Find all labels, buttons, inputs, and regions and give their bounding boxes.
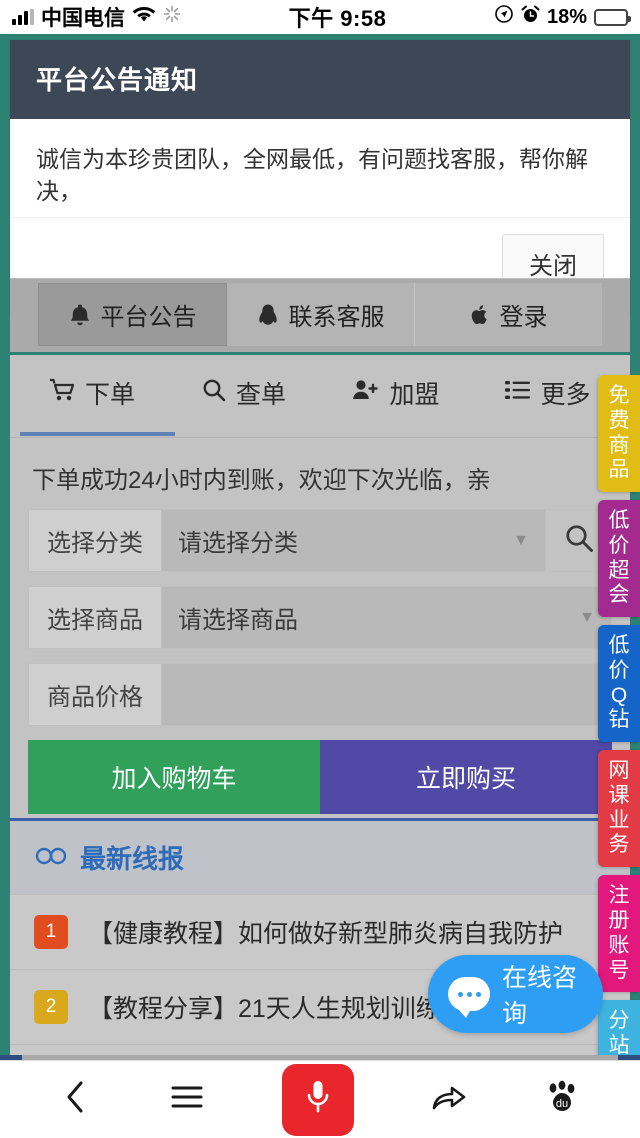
side-tab-cheap-qcoin[interactable]: 低价 Q钻 <box>598 625 640 743</box>
baidu-paw-icon: du <box>545 1080 579 1119</box>
side-tab-line1: 网课 <box>608 759 630 807</box>
field-product: 选择商品 请选择商品 ▼ <box>28 586 612 649</box>
tab-label: 下单 <box>84 381 135 409</box>
select-product-value: 请选择商品 <box>178 607 298 634</box>
clock-label: 下午 9:58 <box>288 6 387 31</box>
sync-icon <box>163 5 181 29</box>
tab-place-order[interactable]: 下单 <box>16 355 168 433</box>
status-bar-right: 18% <box>494 4 631 30</box>
add-to-cart-button[interactable]: 加入购物车 <box>28 740 320 814</box>
qq-penguin-icon <box>257 303 279 327</box>
field-label-product: 选择商品 <box>28 586 162 649</box>
phone-screen: 中国电信 下午 9:58 18% 平台公告通知 诚信为本珍贵团队，全网最低，有问… <box>0 0 640 1138</box>
topbar-button-login[interactable]: 登录 <box>415 283 602 346</box>
announcement-modal: 平台公告通知 诚信为本珍贵团队，全网最低，有问题找客服，帮你解决， 关闭 <box>10 40 630 316</box>
news-item-text: 【健康教程】如何做好新型肺炎病自我防护 <box>88 920 564 948</box>
search-icon <box>564 523 594 558</box>
rank-badge: 2 <box>34 990 68 1024</box>
battery-percent-label: 18% <box>546 5 587 28</box>
side-tab-line1: 低价 <box>608 634 630 682</box>
order-card: 下单 查单 加盟 更多 下单成功24小时内到账，欢迎下次光临，亲 选择分类 请选… <box>10 355 630 840</box>
tab-label: 更多 <box>540 381 591 409</box>
wifi-icon <box>132 5 156 29</box>
modal-body-text: 诚信为本珍贵团队，全网最低，有问题找客服，帮你解决， <box>10 119 630 219</box>
user-plus-icon <box>352 378 379 409</box>
side-tab-line1: 注册 <box>608 884 630 933</box>
tab-check-order[interactable]: 查单 <box>168 355 320 433</box>
order-form: 下单成功24小时内到账，欢迎下次光临，亲 选择分类 请选择分类 ▼ 选择商品 请… <box>10 438 630 840</box>
online-consult-label: 在线咨询 <box>502 964 578 1028</box>
voice-search-button[interactable] <box>281 1063 354 1136</box>
topbar-button-support[interactable]: 联系客服 <box>227 283 415 346</box>
baidu-home-button[interactable]: du <box>545 1080 579 1119</box>
select-category-value: 请选择分类 <box>178 530 298 557</box>
side-tab-line2: 商品 <box>608 433 630 482</box>
news-header: 最新线报 <box>10 821 630 894</box>
side-tab-free-products[interactable]: 免费 商品 <box>598 375 640 493</box>
field-label-category: 选择分类 <box>28 509 162 572</box>
chat-icon <box>448 977 490 1018</box>
price-input[interactable] <box>162 663 612 726</box>
chevron-down-icon: ▼ <box>579 608 595 626</box>
bell-icon <box>69 303 91 327</box>
side-tab-line2: 超会 <box>608 558 630 607</box>
field-category: 选择分类 请选择分类 ▼ <box>28 509 612 572</box>
apple-icon <box>470 303 490 327</box>
carrier-label: 中国电信 <box>41 7 125 30</box>
browser-bottom-bar: du <box>0 1060 640 1138</box>
order-tabs: 下单 查单 加盟 更多 <box>10 355 630 433</box>
side-tab-cheap-svip[interactable]: 低价 超会 <box>598 500 640 618</box>
select-product[interactable]: 请选择商品 ▼ <box>162 586 612 649</box>
side-tab-line1: 免费 <box>608 384 630 432</box>
tab-label: 加盟 <box>389 381 440 409</box>
list-icon <box>505 379 531 408</box>
signal-icon <box>12 9 34 25</box>
field-price: 商品价格 <box>28 663 612 726</box>
cart-icon <box>49 378 75 409</box>
back-button[interactable] <box>61 1079 91 1120</box>
side-tab-line2: 账号 <box>608 933 630 982</box>
topbar-label: 联系客服 <box>288 304 385 331</box>
topbar-label: 平台公告 <box>100 304 197 331</box>
side-tab-strip: 免费 商品 低价 超会 低价 Q钻 网课 业务 注册 账号 分站 搭建 最新 教… <box>598 375 640 1138</box>
buy-now-button[interactable]: 立即购买 <box>320 740 612 814</box>
battery-icon <box>594 8 631 26</box>
chevron-down-icon: ▼ <box>513 531 529 549</box>
field-label-price: 商品价格 <box>28 663 162 726</box>
back-icon <box>61 1079 91 1120</box>
menu-button[interactable] <box>170 1083 204 1116</box>
share-icon <box>432 1082 466 1117</box>
active-tab-underline <box>10 432 630 437</box>
rank-badge: 1 <box>34 915 68 949</box>
select-category[interactable]: 请选择分类 ▼ <box>162 509 546 572</box>
side-tab-line1: 分站 <box>608 1009 630 1058</box>
status-bar-left: 中国电信 <box>12 2 181 32</box>
location-icon <box>494 4 514 30</box>
svg-text:du: du <box>556 1098 568 1110</box>
tab-join[interactable]: 加盟 <box>320 355 472 433</box>
modal-title: 平台公告通知 <box>10 40 630 119</box>
topbar-label: 登录 <box>499 304 548 331</box>
share-button[interactable] <box>432 1082 466 1117</box>
menu-icon <box>170 1083 204 1116</box>
topbar-button-announcement[interactable]: 平台公告 <box>38 283 227 346</box>
cloud-icon <box>34 844 68 871</box>
alarm-icon <box>521 5 540 30</box>
side-tab-line2: 业务 <box>608 808 630 857</box>
status-bar: 中国电信 下午 9:58 18% <box>0 0 640 34</box>
order-note: 下单成功24小时内到账，欢迎下次光临，亲 <box>32 467 491 494</box>
top-action-bar: 平台公告 联系客服 登录 <box>10 278 630 352</box>
side-tab-line2: Q钻 <box>608 683 630 732</box>
news-title: 最新线报 <box>80 844 185 874</box>
online-consult-button[interactable]: 在线咨询 <box>428 955 603 1033</box>
side-tab-line1: 低价 <box>608 509 630 557</box>
tab-label: 查单 <box>235 381 286 409</box>
search-icon <box>202 378 226 409</box>
side-tab-register-account[interactable]: 注册 账号 <box>598 875 640 993</box>
order-actions: 加入购物车 立即购买 <box>28 740 612 814</box>
microphone-icon <box>304 1078 332 1121</box>
side-tab-online-course[interactable]: 网课 业务 <box>598 750 640 868</box>
